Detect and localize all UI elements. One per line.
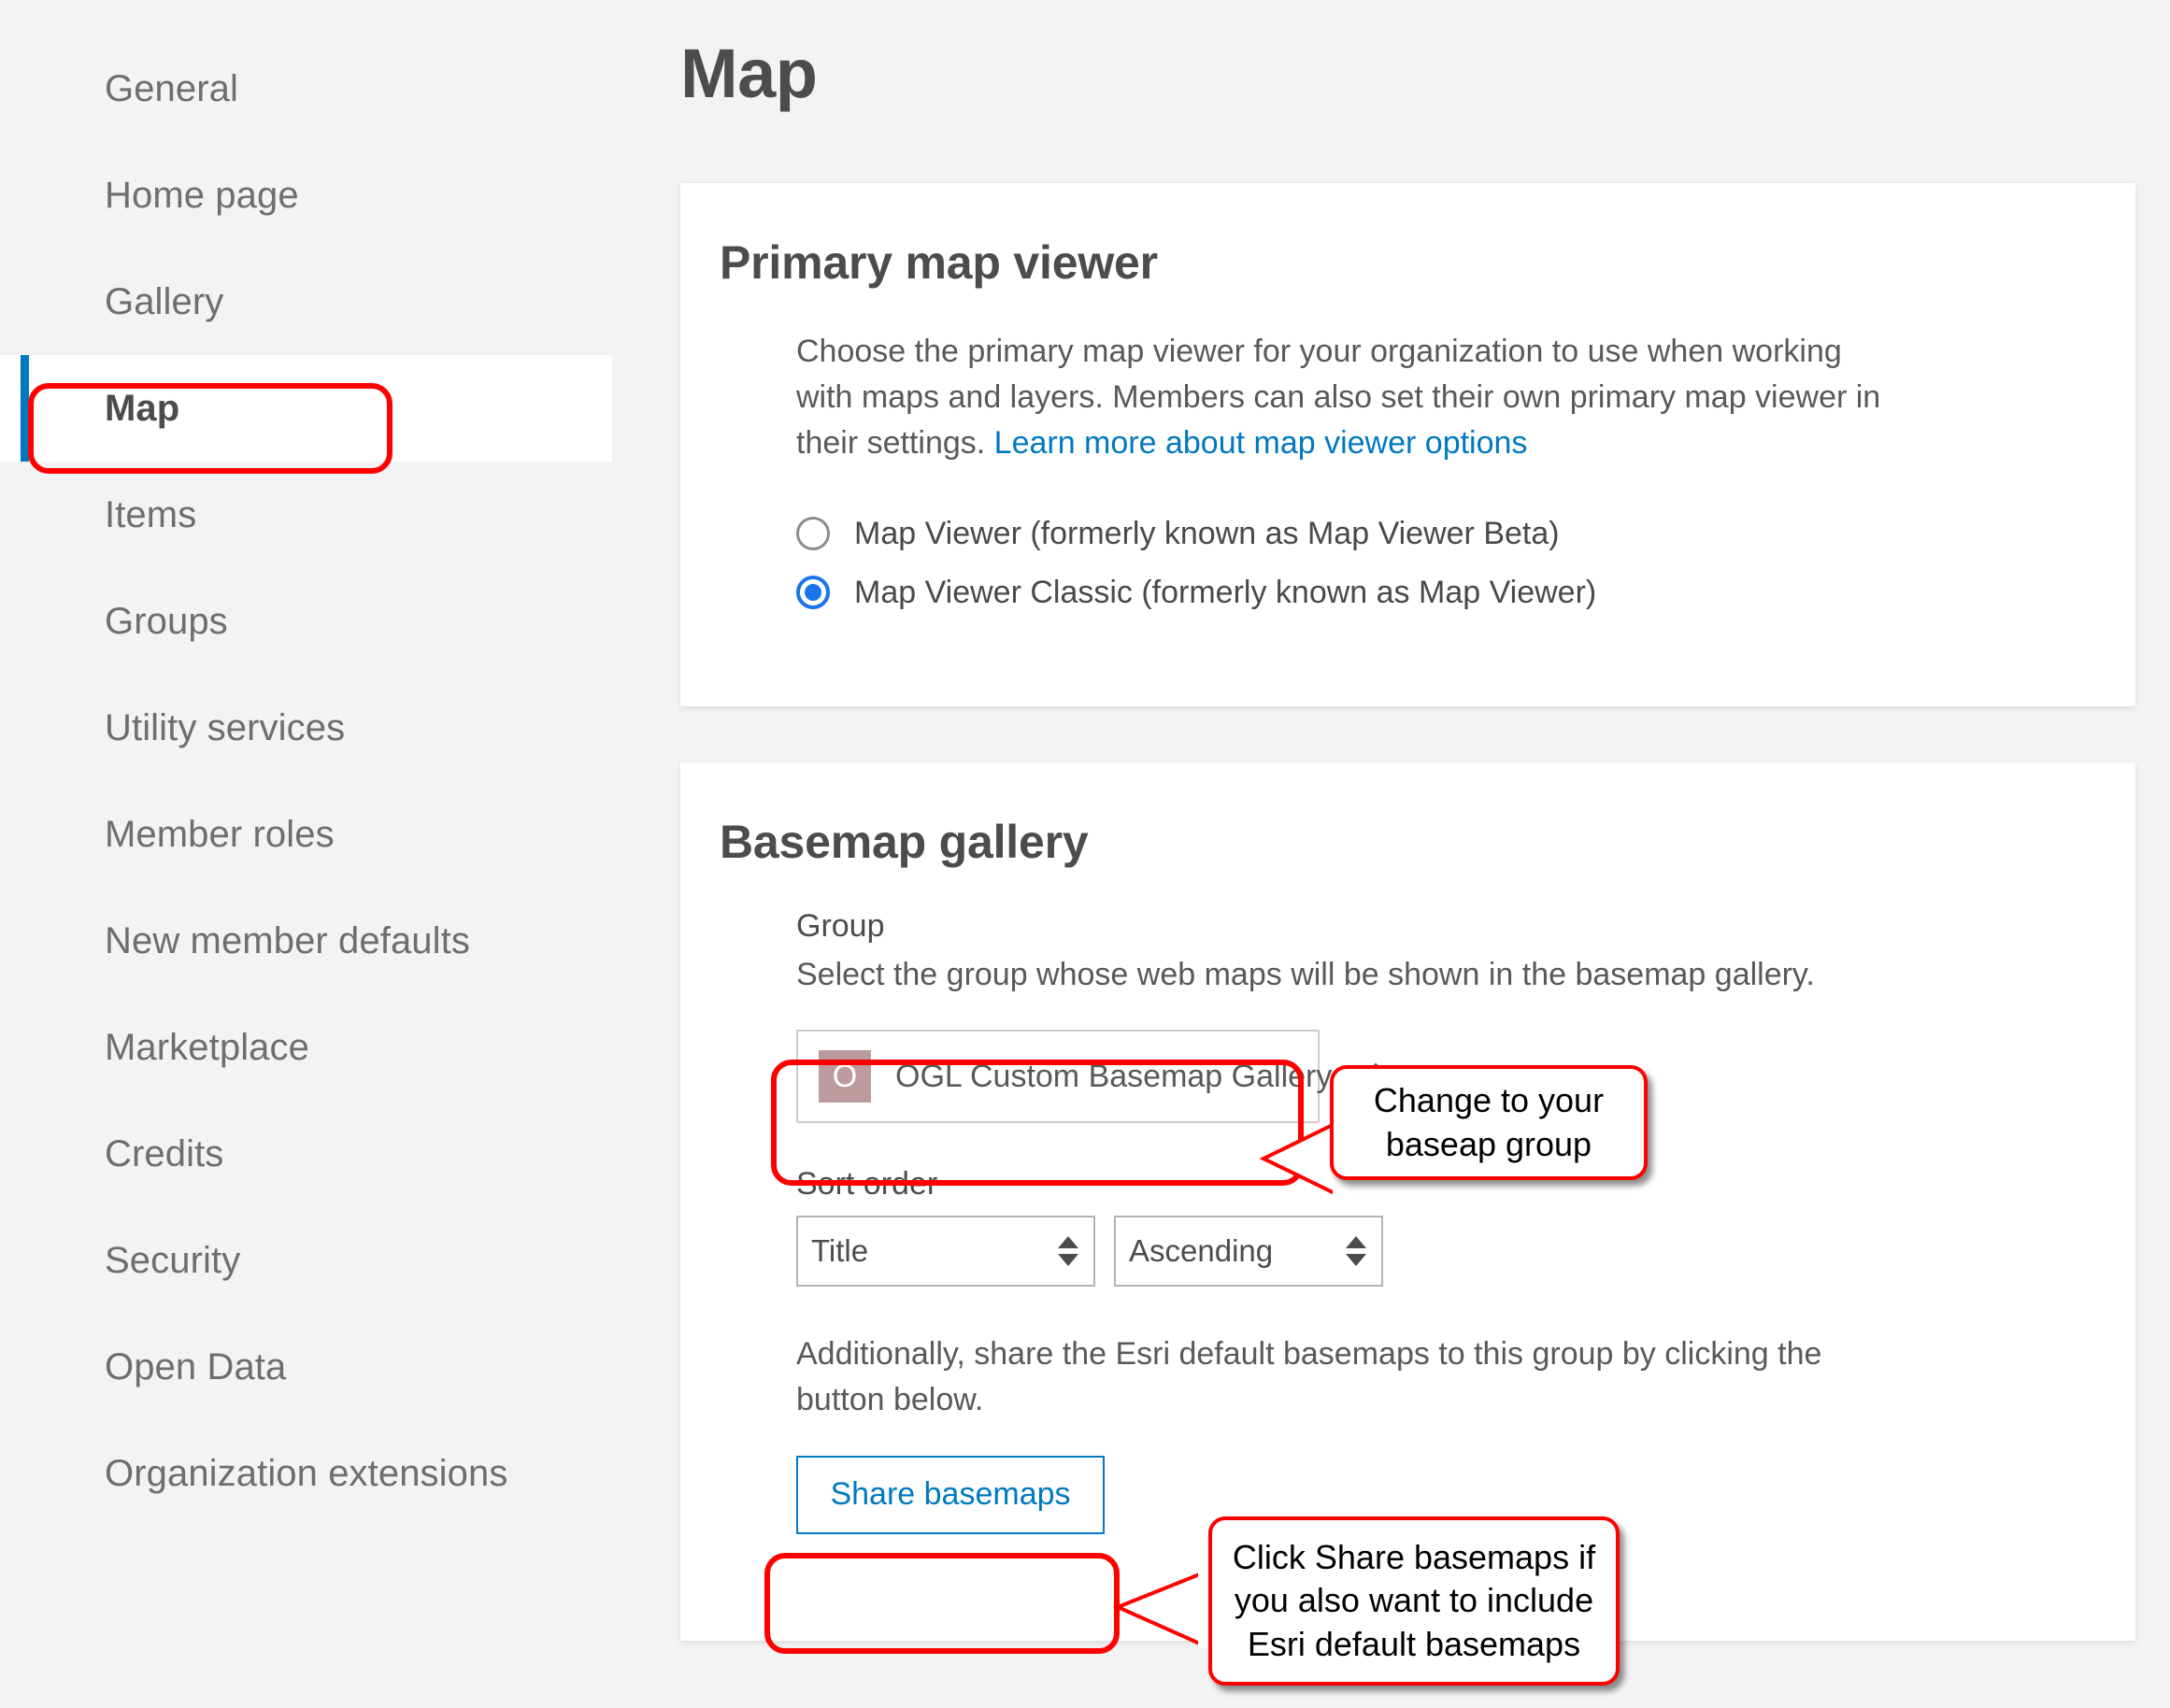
- sidebar-item-utility-services[interactable]: Utility services: [0, 675, 680, 781]
- settings-sidebar: General Home page Gallery Map Items Grou…: [0, 0, 680, 1708]
- sidebar-item-label: Gallery: [105, 280, 224, 322]
- sort-direction-select[interactable]: Ascending: [1114, 1216, 1383, 1288]
- caret-up-icon: [1346, 1236, 1366, 1249]
- sort-order-controls: Title Ascending: [796, 1216, 2135, 1288]
- sidebar-item-gallery[interactable]: Gallery: [0, 249, 680, 355]
- caret-down-icon: [1346, 1254, 1366, 1267]
- sidebar-item-label: Items: [105, 493, 197, 535]
- group-description: Select the group whose web maps will be …: [796, 956, 1815, 992]
- callout-change-group: Change to your baseap group: [1330, 1065, 1648, 1180]
- learn-more-link[interactable]: Learn more about map viewer options: [994, 425, 1528, 461]
- basemap-gallery-card: Basemap gallery Group Select the group w…: [680, 761, 2135, 1641]
- callout-text: Change to your baseap group: [1374, 1079, 1604, 1165]
- callout-text: Click Share basemaps if you also want to…: [1233, 1536, 1595, 1665]
- sidebar-item-label: Security: [105, 1239, 241, 1281]
- group-name: OGL Custom Basemap Gallery: [895, 1058, 1333, 1094]
- primary-map-viewer-card: Primary map viewer Choose the primary ma…: [680, 182, 2135, 706]
- callout-click-share-basemaps: Click Share basemaps if you also want to…: [1208, 1516, 1620, 1686]
- sidebar-item-home-page[interactable]: Home page: [0, 142, 680, 249]
- callout-line-2: baseap group: [1385, 1124, 1592, 1163]
- sidebar-item-groups[interactable]: Groups: [0, 568, 680, 675]
- primary-map-viewer-description: Choose the primary map viewer for your o…: [796, 329, 1899, 467]
- group-selector[interactable]: O OGL Custom Basemap Gallery: [796, 1030, 1383, 1124]
- sidebar-item-label: New member defaults: [105, 919, 470, 961]
- sidebar-item-general[interactable]: General: [0, 36, 680, 142]
- map-viewer-radio-group: Map Viewer (formerly known as Map Viewer…: [796, 516, 2135, 611]
- main-content: Map Primary map viewer Choose the primar…: [680, 0, 2170, 1708]
- primary-map-viewer-heading: Primary map viewer: [720, 235, 1158, 289]
- sidebar-item-marketplace[interactable]: Marketplace: [0, 994, 680, 1101]
- sidebar-item-label: Map: [105, 387, 180, 429]
- sidebar-item-open-data[interactable]: Open Data: [0, 1314, 680, 1420]
- sidebar-item-items[interactable]: Items: [0, 462, 680, 568]
- sidebar-item-organization-extensions[interactable]: Organization extensions: [0, 1420, 680, 1527]
- basemap-gallery-heading: Basemap gallery: [720, 815, 1089, 868]
- share-basemaps-button[interactable]: Share basemaps: [796, 1455, 1105, 1534]
- sort-field-select[interactable]: Title: [796, 1216, 1095, 1288]
- sidebar-item-label: Home page: [105, 174, 299, 216]
- callout-line-1: Click Share basemaps if: [1232, 1538, 1596, 1577]
- chevron-stepper-icon[interactable]: [1058, 1236, 1078, 1267]
- page-title: Map: [680, 35, 818, 112]
- radio-icon-unselected[interactable]: [796, 517, 830, 551]
- group-thumbnail: O: [819, 1050, 871, 1103]
- sidebar-item-label: Marketplace: [105, 1026, 309, 1068]
- callout-line-3: Esri default basemaps: [1247, 1624, 1581, 1663]
- callout-line-1: Change to your: [1373, 1081, 1605, 1120]
- sidebar-item-label: Organization extensions: [105, 1452, 508, 1494]
- sidebar-item-label: Credits: [105, 1132, 224, 1174]
- share-basemaps-note: Additionally, share the Esri default bas…: [796, 1336, 1822, 1418]
- callout-line-2: you also want to include: [1234, 1581, 1594, 1620]
- group-field-label: Group: [796, 907, 885, 944]
- caret-down-icon: [1058, 1254, 1078, 1267]
- chevron-stepper-icon[interactable]: [1346, 1236, 1366, 1267]
- settings-page: General Home page Gallery Map Items Grou…: [0, 0, 2170, 1708]
- sidebar-item-label: Utility services: [105, 706, 346, 748]
- sidebar-item-new-member-defaults[interactable]: New member defaults: [0, 888, 680, 994]
- sidebar-item-member-roles[interactable]: Member roles: [0, 781, 680, 888]
- radio-label: Map Viewer Classic (formerly known as Ma…: [854, 574, 1597, 610]
- sidebar-item-security[interactable]: Security: [0, 1207, 680, 1314]
- sidebar-item-label: Open Data: [105, 1345, 287, 1388]
- radio-option-map-viewer[interactable]: Map Viewer (formerly known as Map Viewer…: [796, 516, 2135, 552]
- sidebar-item-label: Member roles: [105, 813, 335, 855]
- radio-icon-selected[interactable]: [796, 576, 830, 610]
- radio-label: Map Viewer (formerly known as Map Viewer…: [854, 515, 1560, 551]
- radio-option-map-viewer-classic[interactable]: Map Viewer Classic (formerly known as Ma…: [796, 575, 2135, 611]
- sidebar-item-label: Groups: [105, 600, 228, 642]
- sidebar-item-map[interactable]: Map: [0, 355, 612, 462]
- sidebar-item-label: General: [105, 67, 239, 109]
- caret-up-icon: [1058, 1236, 1078, 1249]
- sort-direction-value: Ascending: [1129, 1233, 1274, 1269]
- sort-field-value: Title: [811, 1233, 869, 1269]
- sidebar-item-credits[interactable]: Credits: [0, 1101, 680, 1207]
